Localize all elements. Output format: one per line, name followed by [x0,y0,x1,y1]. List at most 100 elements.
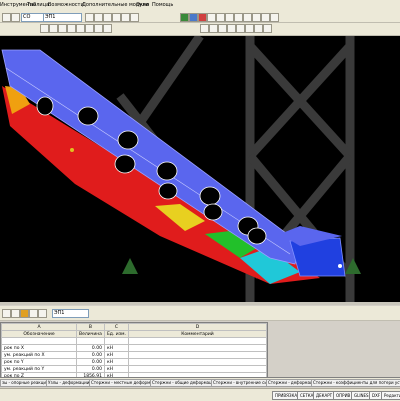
cell-value: 0.00 [76,358,105,366]
icon-btn-15[interactable] [261,13,270,22]
icon-btn-14[interactable] [252,13,261,22]
icon-btn-7[interactable] [121,13,130,22]
model-render [1,36,361,302]
table-header-names: Обозначение Величина Ед. изм. Комментари… [1,330,268,338]
col-name: Обозначение [1,330,77,338]
tab-member-global-deformations[interactable]: Стержни - общие деформации [150,379,212,387]
icon-btn-2[interactable] [11,13,20,22]
menu-table[interactable]: Таблица [27,2,49,8]
cell-unit: кН [103,358,129,366]
cell-comment [127,365,268,373]
table-header-letters: A B C D [1,323,268,331]
icon-btn-20[interactable] [67,24,76,33]
results-table: A B C D Обозначение Величина Ед. изм. Ко… [1,323,268,380]
cell-unit: кН [103,365,129,373]
cell-value [76,337,105,345]
col-letter-c: C [103,323,129,331]
icon-btn-11[interactable] [225,13,234,22]
tab-member-internal-forces[interactable]: Стержни - внутренние силы [211,379,267,387]
cell-unit: кН [103,344,129,352]
menu-window[interactable]: Окно [136,2,149,8]
tab-support-reactions[interactable]: зы - опорные реакции [0,379,47,387]
table-btn-5[interactable] [38,309,47,318]
cell-comment [127,358,268,366]
icon-btn-23[interactable] [94,24,103,33]
col-comment: Комментарий [127,330,268,338]
menu-help[interactable]: Помощь [152,2,173,8]
table-row[interactable]: ум. реакций по Y 0.00 кН [1,365,268,373]
icon-btn-30[interactable] [245,24,254,33]
icon-btn-22[interactable] [85,24,94,33]
results-icon[interactable] [198,13,207,22]
table-row[interactable]: рок по X 0.00 кН [1,344,268,352]
panel-splitter[interactable] [0,302,400,305]
status-bar: ПРИВЯЗКА СЕТКА ДЕКАРТ ОПРИВ GLINES DXF Р… [0,388,400,401]
cell-value: 0.00 [76,351,105,359]
cell-name: ум. реакций по Y [1,365,77,373]
table-row[interactable]: ум. реакций по X 0.00 кН [1,351,268,359]
icon-btn-24[interactable] [103,24,112,33]
table-row[interactable] [1,337,268,345]
render-icon[interactable] [180,13,189,22]
table-toolbar: ЭП1 [0,306,400,321]
icon-btn-28[interactable] [227,24,236,33]
results-table-panel: A B C D Обозначение Величина Ед. изм. Ко… [0,322,268,380]
load-case-select[interactable]: ЭП1 [43,13,82,22]
icon-btn-12[interactable] [234,13,243,22]
cell-value: 0.00 [76,344,105,352]
icon-btn-17[interactable] [40,24,49,33]
node-marker [70,148,74,152]
icon-btn-32[interactable] [263,24,272,33]
icon-btn-5[interactable] [103,13,112,22]
icon-btn-10[interactable] [216,13,225,22]
tab-member-local-deformations[interactable]: Стержни - местные деформации [89,379,151,387]
col-unit: Ед. изм. [103,330,129,338]
result-tabs: зы - опорные реакции Узлы - деформации С… [0,377,400,387]
table-btn-1[interactable] [2,309,11,318]
icon-btn-27[interactable] [218,24,227,33]
cartesian-button[interactable]: ДЕКАРТ [313,391,336,400]
node-marker-end [338,264,342,268]
table-case-combo[interactable]: ЭП1 [52,309,89,318]
icon-btn-26[interactable] [209,24,218,33]
cell-comment [127,337,268,345]
tab-member-deformations[interactable]: Стержни - деформации [266,379,312,387]
table-empty-area [268,322,400,376]
icon-btn-8[interactable] [130,13,139,22]
menu-features[interactable]: Возможности [48,2,84,8]
col-letter-a: A [1,323,77,331]
icon-btn-4[interactable] [94,13,103,22]
icon-btn-9[interactable] [207,13,216,22]
icon-btn-18[interactable] [49,24,58,33]
table-btn-2[interactable] [11,309,20,318]
table-btn-3[interactable] [20,309,29,318]
icon-btn-13[interactable] [243,13,252,22]
model-viewport[interactable] [0,36,400,302]
table-btn-4[interactable] [29,309,38,318]
icon-btn-16[interactable] [270,13,279,22]
table-row[interactable]: рок по Y 0.00 кН [1,358,268,366]
icon-btn-19[interactable] [58,24,67,33]
snap-button[interactable]: ПРИВЯЗКА [272,391,301,400]
view-icon[interactable] [189,13,198,22]
cell-unit: кН [103,351,129,359]
col-letter-d: D [127,323,268,331]
tab-member-stability-coefficients[interactable]: Стержни - коэффициенты для потери устойч… [311,379,400,387]
cell-comment [127,351,268,359]
edit-mode-button[interactable]: Редактирова [381,391,400,400]
icon-btn-3[interactable] [85,13,94,22]
icon-btn-21[interactable] [76,24,85,33]
cell-name: ум. реакций по X [1,351,77,359]
icon-btn-25[interactable] [200,24,209,33]
cell-name: рок по X [1,344,77,352]
toolbar-1: СО ЭП1 [0,12,400,23]
cell-value: 0.00 [76,365,105,373]
icon-btn-1[interactable] [2,13,11,22]
cell-unit [103,337,129,345]
icon-btn-6[interactable] [112,13,121,22]
load-case-combo[interactable]: СО [21,13,44,22]
icon-btn-31[interactable] [254,24,263,33]
tab-node-deformations[interactable]: Узлы - деформации [46,379,90,387]
col-value: Величина [76,330,105,338]
icon-btn-29[interactable] [236,24,245,33]
